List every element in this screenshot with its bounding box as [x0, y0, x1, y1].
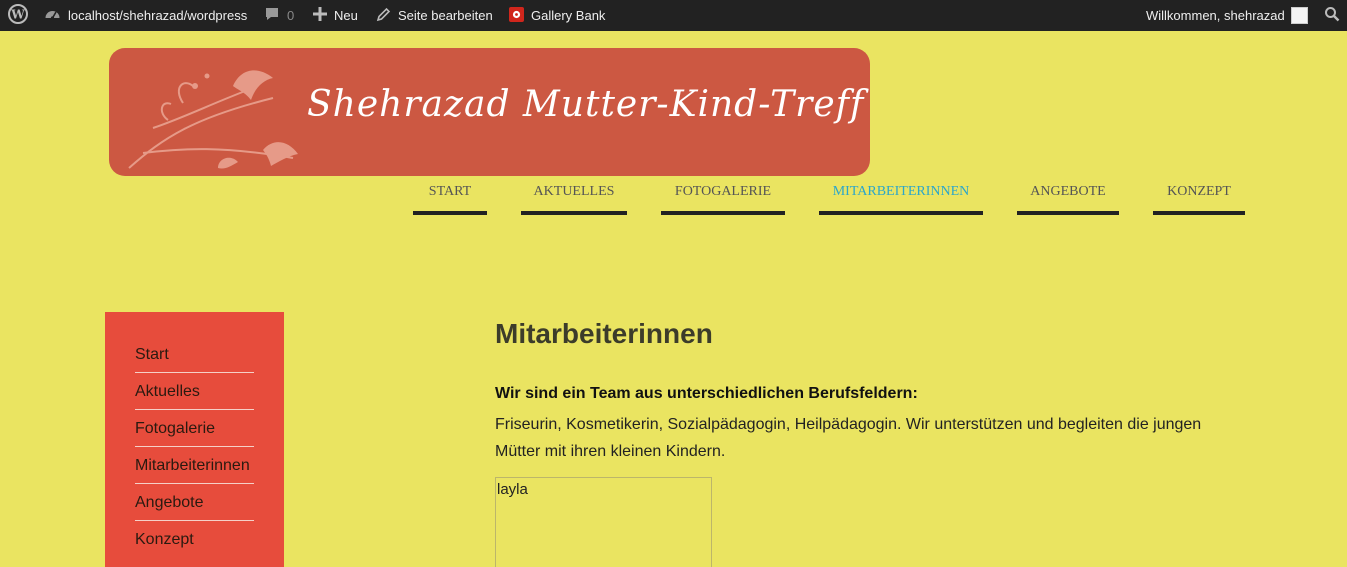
sidebar-item-label: Mitarbeiterinnen — [135, 457, 250, 474]
sidebar-item-fotogalerie[interactable]: Fotogalerie — [135, 410, 254, 447]
plus-icon — [313, 7, 327, 24]
gallery-bank-button[interactable]: Gallery Bank — [509, 0, 605, 31]
sidebar-item-aktuelles[interactable]: Aktuelles — [135, 373, 254, 410]
sidebar-item-label: Konzept — [135, 531, 194, 548]
sidebar-item-label: Fotogalerie — [135, 420, 216, 437]
nav-item-aktuelles[interactable]: AKTUELLES — [521, 184, 627, 215]
site-title: Shehrazad Mutter-Kind-Treff — [307, 84, 865, 125]
avatar — [1290, 7, 1308, 24]
site-name-link[interactable]: localhost/shehrazad/wordpress — [44, 0, 247, 31]
nav-item-fotogalerie[interactable]: FOTOGALERIE — [661, 184, 785, 215]
search-icon — [1324, 6, 1340, 25]
wordpress-logo-button[interactable]: W — [8, 0, 28, 31]
edit-label: Seite bearbeiten — [398, 8, 493, 23]
header-banner[interactable]: Shehrazad Mutter-Kind-Treff — [109, 48, 870, 176]
svg-text:W: W — [10, 8, 25, 22]
sidebar-item-konzept[interactable]: Konzept — [135, 521, 254, 558]
wordpress-logo-icon: W — [8, 4, 28, 27]
welcome-label: Willkommen, shehrazad — [1146, 8, 1285, 23]
gear-badge-icon — [509, 6, 524, 25]
sidebar-menu: Start Aktuelles Fotogalerie Mitarbeiteri… — [105, 312, 284, 567]
comments-count: 0 — [287, 8, 295, 23]
nav-item-angebote[interactable]: ANGEBOTE — [1017, 184, 1119, 215]
search-button[interactable] — [1324, 0, 1340, 31]
comment-bubble-icon — [264, 6, 280, 25]
new-content-button[interactable]: Neu — [313, 0, 358, 31]
nav-item-start[interactable]: START — [413, 184, 487, 215]
nav-item-konzept[interactable]: KONZEPT — [1153, 184, 1245, 215]
sidebar-item-angebote[interactable]: Angebote — [135, 484, 254, 521]
intro-heading: Wir sind ein Team aus unterschiedlichen … — [495, 385, 918, 402]
intro-paragraph: Friseurin, Kosmetikerin, Sozialpädagogin… — [495, 416, 1202, 460]
sidebar-item-start[interactable]: Start — [135, 336, 254, 373]
pencil-icon — [376, 7, 391, 25]
gallery-image[interactable]: layla — [495, 477, 712, 567]
edit-page-button[interactable]: Seite bearbeiten — [376, 0, 493, 31]
admin-bar: W localhost/shehrazad/wordpress 0 Neu Se… — [0, 0, 1347, 31]
nav-item-mitarbeiterinnen[interactable]: MITARBEITERINNEN — [819, 184, 983, 215]
site-url-label: localhost/shehrazad/wordpress — [68, 8, 248, 23]
sidebar-item-label: Angebote — [135, 494, 204, 511]
gallery-caption: layla — [497, 481, 528, 498]
comments-link[interactable]: 0 — [264, 0, 294, 31]
my-account-menu[interactable]: Willkommen, shehrazad — [1146, 0, 1308, 31]
floral-ornament — [128, 70, 298, 169]
sidebar-item-mitarbeiterinnen[interactable]: Mitarbeiterinnen — [135, 447, 254, 484]
sidebar-item-label: Start — [135, 346, 169, 363]
sidebar-item-label: Aktuelles — [135, 383, 200, 400]
page-title: Mitarbeiterinnen — [495, 318, 713, 349]
gallery-bank-label: Gallery Bank — [531, 8, 606, 23]
dashboard-icon — [44, 6, 61, 26]
new-label: Neu — [334, 8, 358, 23]
